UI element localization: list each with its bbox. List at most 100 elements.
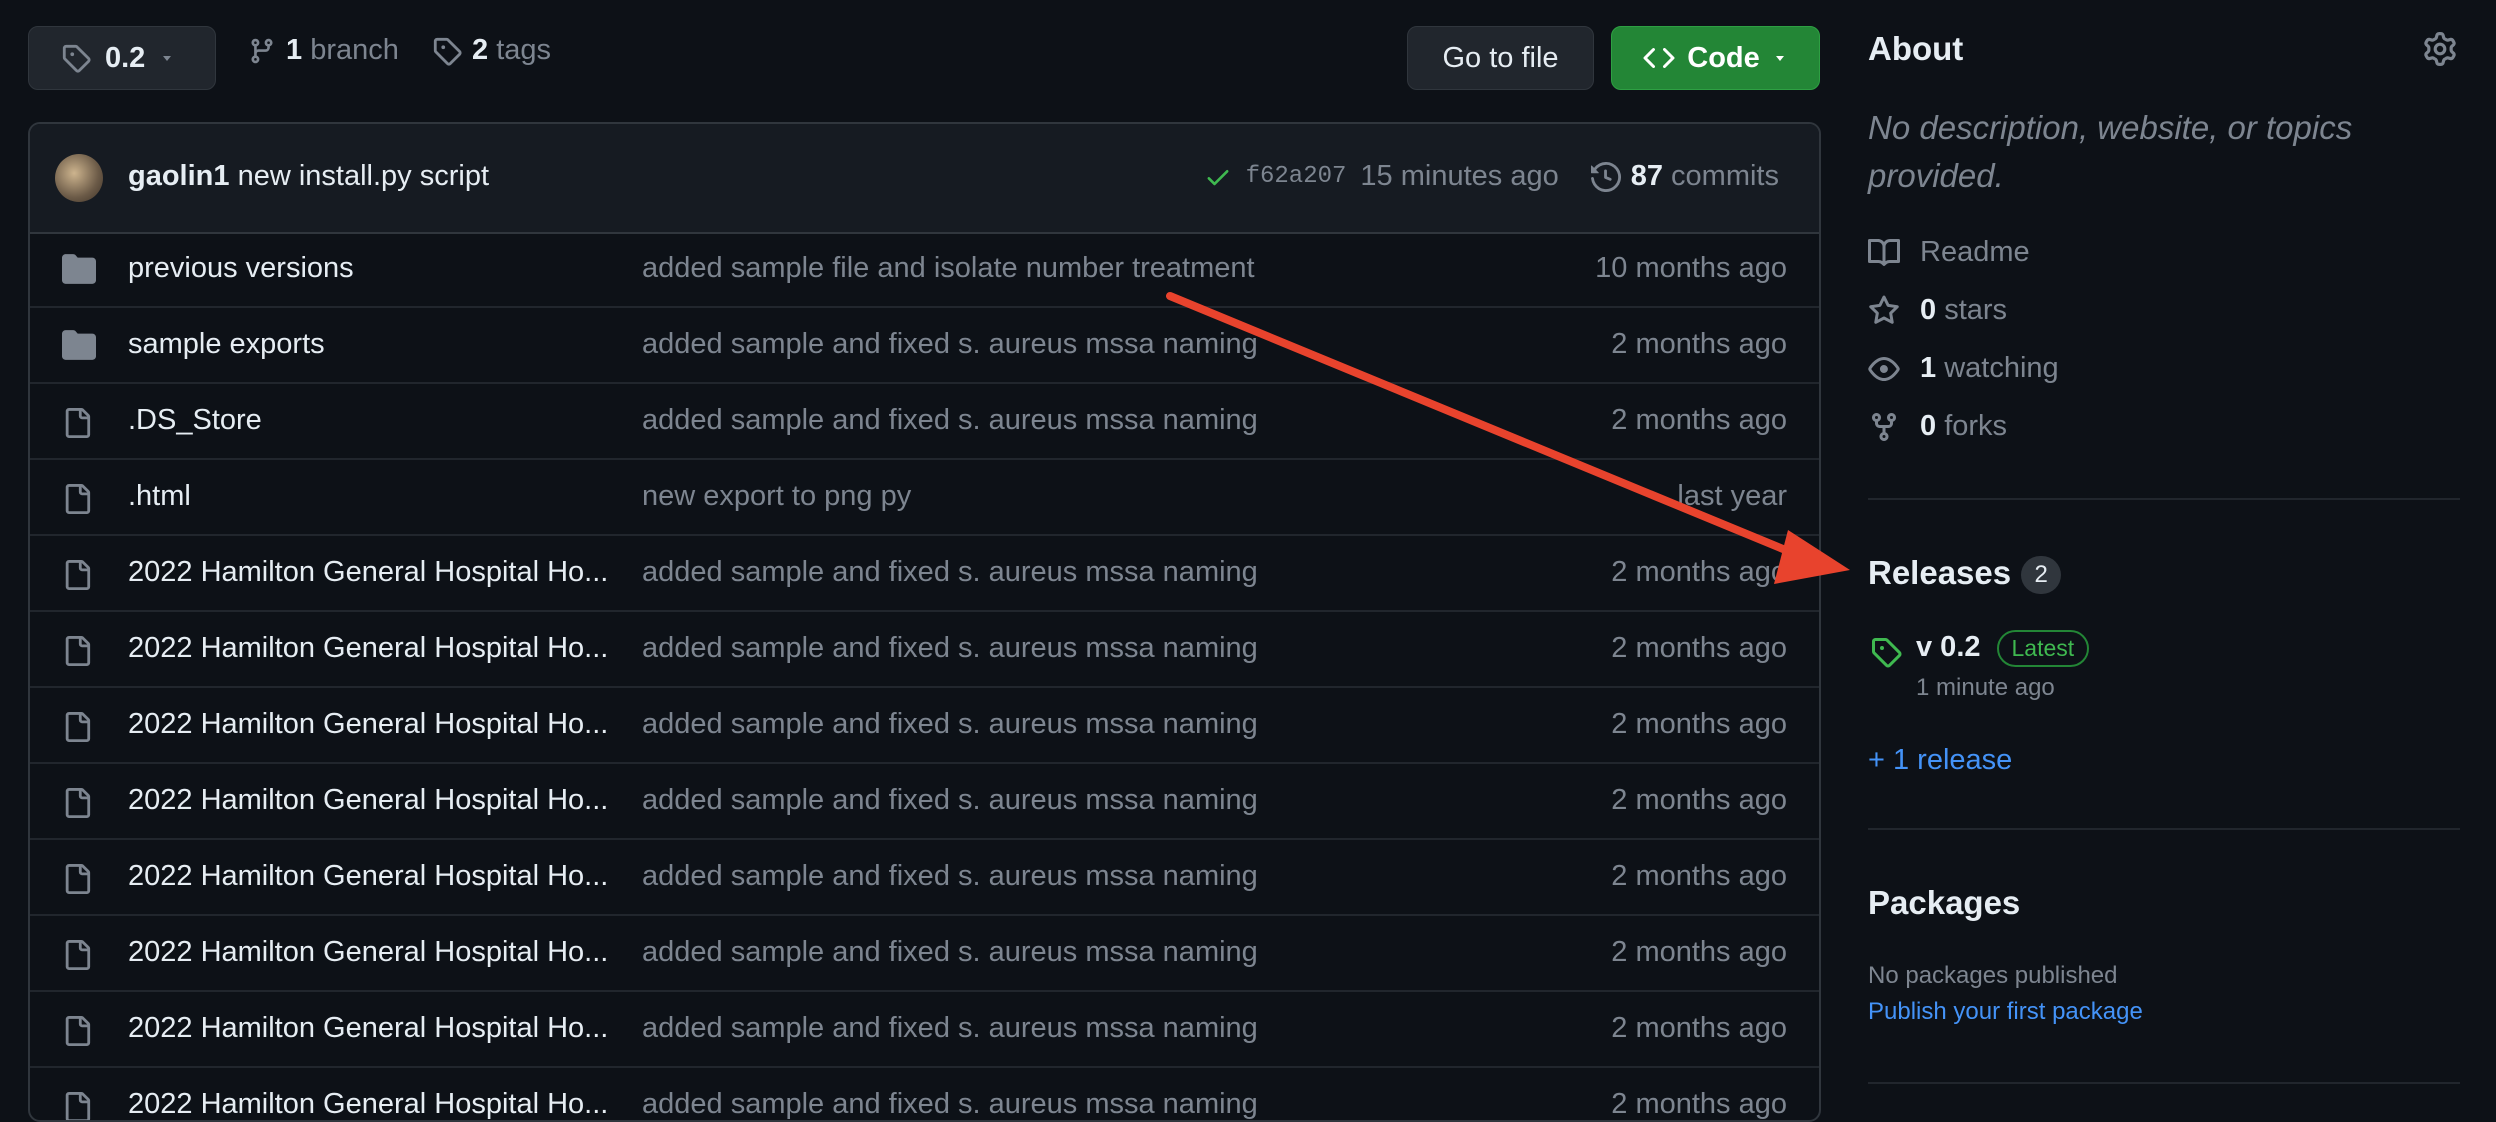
commit-message[interactable]: new export to png py xyxy=(642,480,1462,513)
caret-down-icon xyxy=(1772,50,1788,66)
history-icon xyxy=(1590,161,1621,192)
folder-icon xyxy=(62,254,96,284)
caret-down-icon xyxy=(159,50,175,66)
commit-message[interactable]: added sample and fixed s. aureus mssa na… xyxy=(642,328,1462,361)
commit-message[interactable]: added sample and fixed s. aureus mssa na… xyxy=(642,1012,1462,1045)
branches-count: 1 xyxy=(286,34,303,66)
branch-selector-button[interactable]: 0.2 xyxy=(28,26,216,90)
commit-message[interactable]: added sample and fixed s. aureus mssa na… xyxy=(642,936,1462,969)
file-name[interactable]: .html xyxy=(128,480,638,513)
tag-icon xyxy=(1870,636,1902,668)
file-name[interactable]: 2022 Hamilton General Hospital Ho... xyxy=(128,860,638,893)
branches-link[interactable]: 1 branch xyxy=(248,34,399,67)
table-row[interactable]: 2022 Hamilton General Hospital Ho... adde… xyxy=(30,612,1819,688)
check-icon[interactable] xyxy=(1204,163,1232,191)
commit-message[interactable]: added sample and fixed s. aureus mssa na… xyxy=(642,556,1462,589)
commit-author[interactable]: gaolin1 xyxy=(128,160,230,192)
more-releases-link[interactable]: + 1 release xyxy=(1868,744,2012,777)
packages-title[interactable]: Packages xyxy=(1868,884,2020,922)
file-name[interactable]: .DS_Store xyxy=(128,404,638,437)
commit-time: 2 months ago xyxy=(1611,404,1787,436)
commit-time: 2 months ago xyxy=(1611,860,1787,892)
file-name[interactable]: 2022 Hamilton General Hospital Ho... xyxy=(128,708,638,741)
watching-label: watching xyxy=(1944,352,2059,384)
forks-label: forks xyxy=(1944,410,2008,442)
star-icon xyxy=(1868,295,1900,327)
gear-icon[interactable] xyxy=(2423,32,2457,66)
commit-time: 10 months ago xyxy=(1595,252,1787,284)
tags-link[interactable]: 2 tags xyxy=(432,34,551,67)
release-time: 1 minute ago xyxy=(1916,674,2055,701)
publish-package-link[interactable]: Publish your first package xyxy=(1868,998,2143,1026)
branch-selector-label: 0.2 xyxy=(105,41,146,74)
no-packages-text: No packages published xyxy=(1868,962,2118,989)
table-row[interactable]: 2022 Hamilton General Hospital Ho... adde… xyxy=(30,536,1819,612)
fork-icon xyxy=(1868,411,1900,443)
commit-message[interactable]: added sample and fixed s. aureus mssa na… xyxy=(642,632,1462,665)
commit-time: 2 months ago xyxy=(1611,708,1787,740)
file-icon xyxy=(62,1014,92,1048)
file-name[interactable]: 2022 Hamilton General Hospital Ho... xyxy=(128,556,638,589)
commit-text[interactable]: new install.py script xyxy=(238,160,489,192)
file-name[interactable]: 2022 Hamilton General Hospital Ho... xyxy=(128,1012,638,1045)
file-name[interactable]: 2022 Hamilton General Hospital Ho... xyxy=(128,1088,638,1120)
commit-time: 2 months ago xyxy=(1611,1088,1787,1120)
table-row[interactable]: 2022 Hamilton General Hospital Ho... adde… xyxy=(30,992,1819,1068)
readme-link[interactable]: Readme xyxy=(1868,236,2030,269)
about-title: About xyxy=(1868,30,1964,67)
commit-message[interactable]: added sample and fixed s. aureus mssa na… xyxy=(642,860,1462,893)
watching-link[interactable]: 1 watching xyxy=(1868,352,2059,385)
go-to-file-label: Go to file xyxy=(1442,41,1559,74)
commit-time: 15 minutes ago xyxy=(1360,160,1559,192)
commit-message[interactable]: added sample and fixed s. aureus mssa na… xyxy=(642,784,1462,817)
file-icon xyxy=(62,406,92,440)
watching-count: 1 xyxy=(1920,352,1937,384)
file-list: previous versions added sample file and i… xyxy=(30,232,1819,1120)
avatar[interactable] xyxy=(55,154,103,202)
tag-icon xyxy=(61,43,91,73)
stars-count: 0 xyxy=(1920,294,1937,326)
file-icon xyxy=(62,862,92,896)
latest-release[interactable]: v 0.2 Latest xyxy=(1916,630,2090,667)
releases-title[interactable]: Releases 2 xyxy=(1868,554,2062,595)
table-row[interactable]: 2022 Hamilton General Hospital Ho... adde… xyxy=(30,916,1819,992)
file-icon xyxy=(62,786,92,820)
table-row[interactable]: 2022 Hamilton General Hospital Ho... adde… xyxy=(30,1068,1819,1120)
commits-link[interactable]: 87 commits xyxy=(1590,160,1779,193)
table-row[interactable]: sample exports added sample and fixed s. … xyxy=(30,308,1819,384)
file-icon xyxy=(62,482,92,516)
branches-label: branch xyxy=(310,34,399,66)
commit-message[interactable]: added sample file and isolate number tre… xyxy=(642,252,1462,285)
commit-time: last year xyxy=(1677,480,1787,512)
file-name[interactable]: 2022 Hamilton General Hospital Ho... xyxy=(128,632,638,665)
commit-message[interactable]: added sample and fixed s. aureus mssa na… xyxy=(642,404,1462,437)
file-name[interactable]: sample exports xyxy=(128,328,638,361)
commit-message[interactable]: added sample and fixed s. aureus mssa na… xyxy=(642,708,1462,741)
table-row[interactable]: .DS_Store added sample and fixed s. aureu… xyxy=(30,384,1819,460)
commit-sha[interactable]: f62a207 xyxy=(1246,163,1347,190)
code-button[interactable]: Code xyxy=(1611,26,1820,90)
file-name[interactable]: previous versions xyxy=(128,252,638,285)
file-name[interactable]: 2022 Hamilton General Hospital Ho... xyxy=(128,784,638,817)
table-row[interactable]: 2022 Hamilton General Hospital Ho... adde… xyxy=(30,764,1819,840)
file-name[interactable]: 2022 Hamilton General Hospital Ho... xyxy=(128,936,638,969)
go-to-file-button[interactable]: Go to file xyxy=(1407,26,1594,90)
table-row[interactable]: previous versions added sample file and i… xyxy=(30,232,1819,308)
commit-message[interactable]: added sample and fixed s. aureus mssa na… xyxy=(642,1088,1462,1120)
table-row[interactable]: 2022 Hamilton General Hospital Ho... adde… xyxy=(30,840,1819,916)
readme-label: Readme xyxy=(1920,236,2030,268)
code-button-label: Code xyxy=(1687,41,1760,74)
table-row[interactable]: .html new export to png py last year xyxy=(30,460,1819,536)
file-icon xyxy=(62,710,92,744)
table-row[interactable]: 2022 Hamilton General Hospital Ho... adde… xyxy=(30,688,1819,764)
commit-time: 2 months ago xyxy=(1611,1012,1787,1044)
stars-label: stars xyxy=(1944,294,2008,326)
about-description: No description, website, or topics provi… xyxy=(1868,109,2353,194)
book-icon xyxy=(1868,237,1900,269)
forks-link[interactable]: 0 forks xyxy=(1868,410,2007,443)
releases-count-badge: 2 xyxy=(2021,556,2062,595)
stars-link[interactable]: 0 stars xyxy=(1868,294,2007,327)
git-branch-icon xyxy=(248,37,276,65)
commits-label: commits xyxy=(1671,160,1779,192)
tags-label: tags xyxy=(496,34,552,66)
